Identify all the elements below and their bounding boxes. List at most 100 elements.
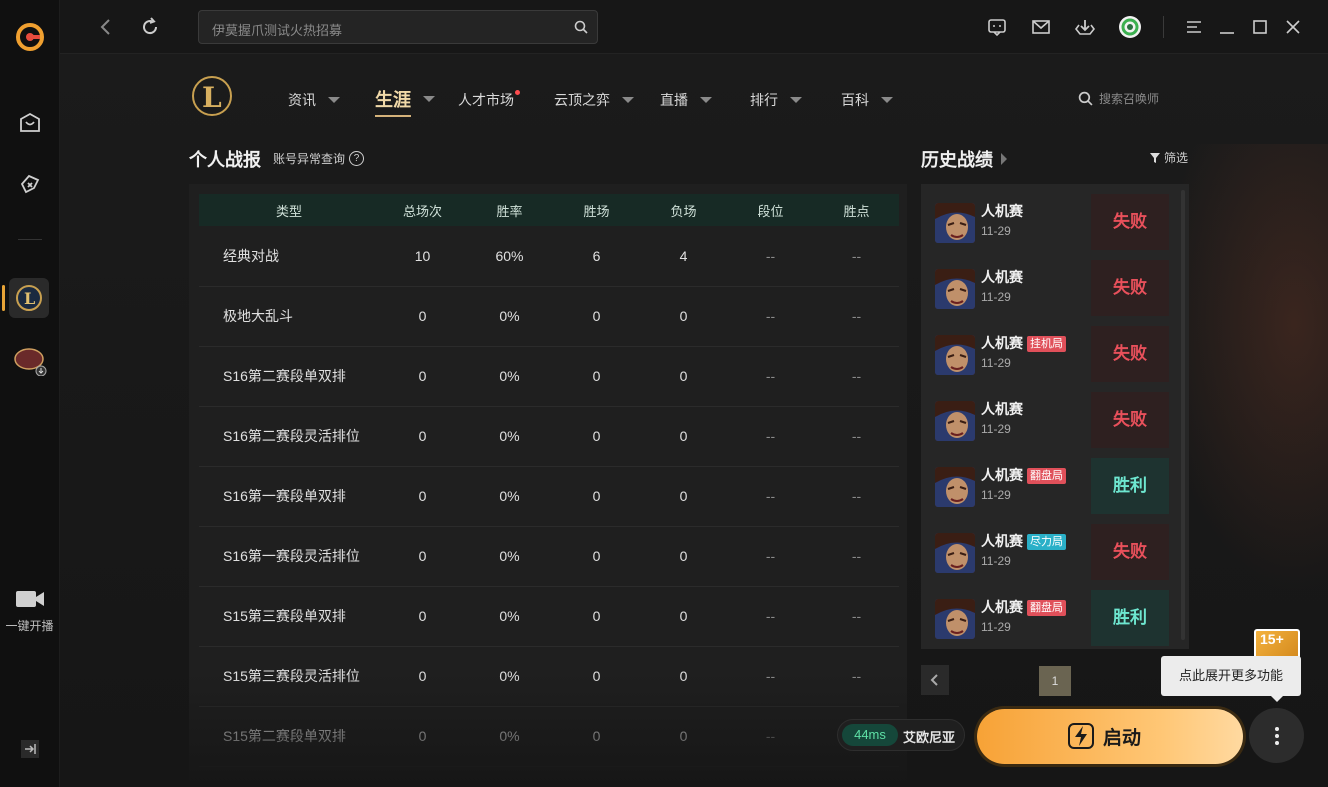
back-arrow-icon[interactable] <box>96 17 116 37</box>
second-game-icon[interactable] <box>13 346 47 376</box>
match-item[interactable]: 人机赛 尽力局 11-29 失败 <box>921 514 1171 580</box>
value-cell: 60% <box>466 226 553 287</box>
column-header: 胜点 <box>814 194 899 226</box>
value-cell: 0 <box>640 466 727 527</box>
nav-live[interactable]: 直播 <box>660 90 712 110</box>
search-icon <box>1078 91 1093 106</box>
match-date: 11-29 <box>981 356 1011 370</box>
column-header: 类型 <box>199 194 379 226</box>
match-result: 失败 <box>1091 194 1169 250</box>
nav-wiki[interactable]: 百科 <box>841 90 893 110</box>
chat-icon[interactable] <box>987 17 1007 37</box>
match-item[interactable]: 人机赛 11-29 失败 <box>921 250 1171 316</box>
server-selector[interactable]: 44ms 艾欧尼亚 <box>837 719 965 751</box>
rail-divider <box>18 239 42 240</box>
lol-game-icon[interactable]: L <box>9 278 49 318</box>
value-cell: -- <box>727 286 814 347</box>
match-result: 失败 <box>1091 260 1169 316</box>
column-header: 总场次 <box>379 194 466 226</box>
column-header: 胜场 <box>553 194 640 226</box>
download-icon[interactable] <box>1075 17 1095 37</box>
more-vertical-icon <box>1274 726 1279 745</box>
champion-avatar <box>935 401 975 441</box>
game-nav: L 资讯 生涯 人才市场 云顶之弈 直播 排行 百科 搜索召唤师 <box>190 70 1190 126</box>
expand-sidebar-icon[interactable] <box>21 740 39 758</box>
help-icon[interactable]: ? <box>349 151 365 166</box>
history-title[interactable]: 历史战绩 <box>921 146 1007 172</box>
nav-talent-market[interactable]: 人才市场 <box>458 90 520 110</box>
filter-icon <box>1150 152 1160 163</box>
match-item[interactable]: 人机赛 翻盘局 11-29 胜利 <box>921 448 1171 514</box>
table-row: S16第二赛段灵活排位 0 0% 0 0 -- -- <box>199 406 899 467</box>
type-cell: S16第一赛段灵活排位 <box>199 526 379 587</box>
more-options-button[interactable] <box>1249 708 1304 763</box>
user-avatar-icon[interactable] <box>1118 15 1142 39</box>
match-item[interactable]: 人机赛 11-29 失败 <box>921 184 1171 250</box>
value-cell: 0 <box>553 346 640 407</box>
nav-career[interactable]: 生涯 <box>375 86 435 117</box>
value-cell: -- <box>814 586 899 647</box>
value-cell: 6 <box>553 226 640 287</box>
match-item[interactable]: 人机赛 翻盘局 11-29 胜利 <box>921 580 1171 646</box>
one-click-stream[interactable]: 一键开播 <box>0 588 59 634</box>
value-cell: 0% <box>466 406 553 467</box>
filter-button[interactable]: 筛选 <box>1150 149 1188 166</box>
nav-news[interactable]: 资讯 <box>288 90 340 110</box>
value-cell: 0 <box>379 286 466 347</box>
match-item[interactable]: 人机赛 挂机局 11-29 失败 <box>921 316 1171 382</box>
mail-icon[interactable] <box>1031 17 1051 37</box>
match-tag: 挂机局 <box>1027 336 1066 352</box>
value-cell: -- <box>814 526 899 587</box>
match-history-list: 人机赛 11-29 失败 人机赛 11-29 失败 人机赛 挂机局 11-29 失败 人机赛 11-2… <box>921 184 1189 649</box>
store-bag-icon[interactable] <box>18 111 42 135</box>
value-cell: 0 <box>379 586 466 647</box>
more-features-tooltip: 点此展开更多功能 <box>1161 656 1301 702</box>
value-cell: -- <box>727 346 814 407</box>
value-cell: 0 <box>640 526 727 587</box>
game-tag-icon[interactable] <box>18 172 42 196</box>
page-number[interactable]: 1 <box>1039 666 1071 696</box>
value-cell: 0 <box>640 586 727 647</box>
value-cell: 0 <box>553 286 640 347</box>
value-cell: -- <box>727 406 814 467</box>
value-cell: 0 <box>553 466 640 527</box>
chevron-down-icon <box>790 97 802 103</box>
value-cell: 0 <box>379 406 466 467</box>
table-row: S16第二赛段单双排 0 0% 0 0 -- -- <box>199 346 899 407</box>
maximize-icon[interactable] <box>1250 17 1270 37</box>
lol-logo-icon[interactable]: L <box>190 74 234 118</box>
value-cell: 0 <box>379 346 466 407</box>
champion-avatar <box>935 269 975 309</box>
value-cell: -- <box>814 406 899 467</box>
match-item[interactable]: 人机赛 11-29 失败 <box>921 382 1171 448</box>
age-rating-badge: 15+ <box>1254 629 1300 659</box>
chevron-down-icon <box>622 97 634 103</box>
minimize-icon[interactable] <box>1217 17 1237 37</box>
table-row: S16第一赛段单双排 0 0% 0 0 -- -- <box>199 466 899 527</box>
match-date: 11-29 <box>981 488 1011 502</box>
chevron-right-icon <box>1001 153 1007 165</box>
launch-button[interactable]: 启动 <box>977 709 1243 764</box>
value-cell: 0 <box>379 466 466 527</box>
search-icon[interactable] <box>574 20 588 34</box>
history-scrollbar[interactable] <box>1181 190 1185 640</box>
search-input[interactable]: 伊莫握爪测试火热招募 <box>198 10 598 44</box>
type-cell: 经典对战 <box>199 226 379 287</box>
menu-icon[interactable] <box>1184 17 1204 37</box>
value-cell: -- <box>814 346 899 407</box>
value-cell: 0 <box>379 526 466 587</box>
app-logo-icon[interactable] <box>15 22 45 52</box>
account-check-link[interactable]: 账号异常查询 ? <box>273 150 365 167</box>
refresh-icon[interactable] <box>140 17 160 37</box>
nav-ranking[interactable]: 排行 <box>750 90 802 110</box>
table-fade <box>189 674 907 787</box>
close-icon[interactable] <box>1283 17 1303 37</box>
type-cell: S16第一赛段单双排 <box>199 466 379 527</box>
summoner-search[interactable]: 搜索召唤师 <box>1078 90 1159 107</box>
prev-page-button[interactable] <box>921 665 949 695</box>
table-row: S15第三赛段单双排 0 0% 0 0 -- -- <box>199 586 899 647</box>
value-cell: 0 <box>640 346 727 407</box>
nav-tft[interactable]: 云顶之弈 <box>554 90 634 110</box>
value-cell: 0% <box>466 466 553 527</box>
value-cell: -- <box>814 226 899 287</box>
